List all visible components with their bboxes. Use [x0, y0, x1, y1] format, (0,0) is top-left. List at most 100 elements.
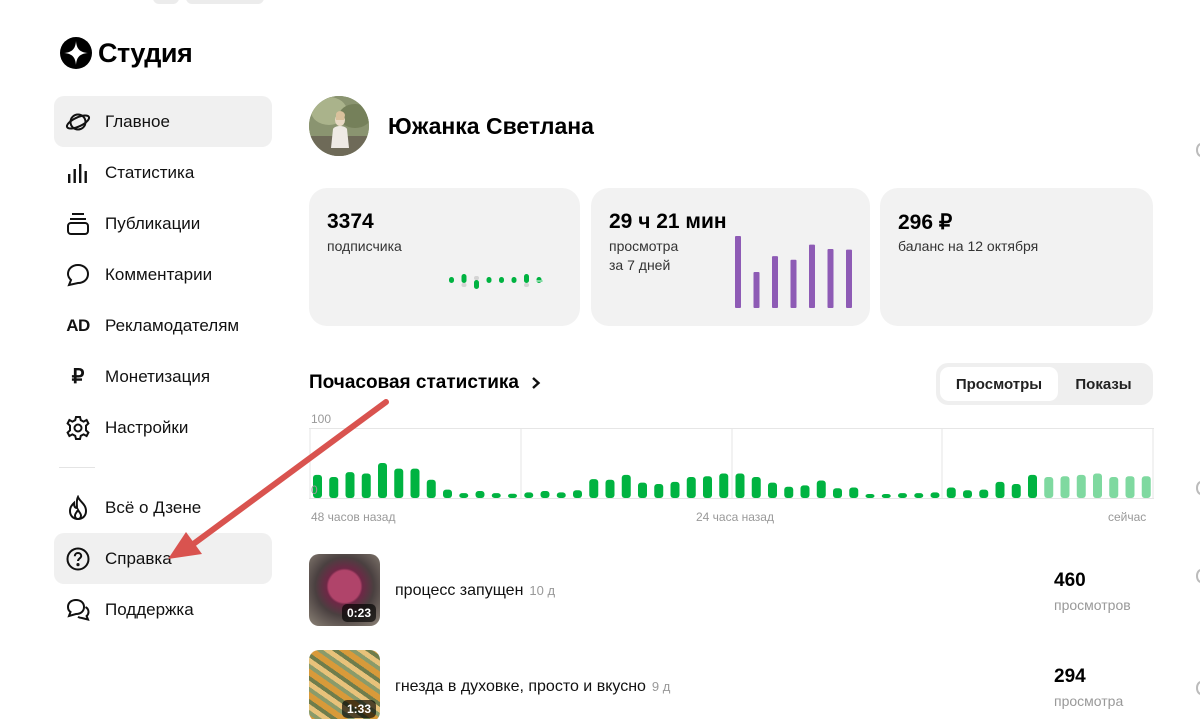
hourly-bar — [784, 486, 794, 498]
sparkline-mark — [524, 274, 529, 283]
sparkline-shadow — [474, 276, 479, 280]
publication-views-count: 294 — [1054, 666, 1086, 687]
hourly-bar — [1141, 476, 1151, 498]
sparkline-mark — [449, 277, 454, 283]
publication-title[interactable]: процесс запущен 10 д — [395, 582, 555, 600]
publication-title[interactable]: гнезда в духовке, просто и вкусно 9 д — [395, 678, 670, 696]
hourly-bar — [898, 493, 907, 498]
sidebar-item-label: Публикации — [105, 213, 201, 233]
hourly-bar — [605, 479, 615, 498]
sparkline-mark — [474, 280, 479, 289]
hourly-bar — [475, 491, 485, 498]
hourly-bar — [963, 490, 972, 498]
sidebar-item-label: Поддержка — [105, 599, 194, 619]
publication-views-label: просмотров — [1054, 597, 1131, 613]
hourly-bar — [654, 484, 664, 498]
hourly-bar — [491, 493, 501, 498]
sidebar-item-monetization[interactable]: ₽ Монетизация — [54, 351, 272, 402]
hourly-bar — [816, 480, 826, 498]
hourly-bar — [638, 482, 647, 498]
edge-mark — [1196, 681, 1200, 695]
sparkline-shadow — [524, 283, 529, 287]
sidebar-item-main[interactable]: Главное — [54, 96, 272, 147]
hourly-bar — [345, 472, 355, 498]
hourly-bar — [930, 492, 940, 498]
sidebar-item-statistics[interactable]: Статистика — [54, 147, 272, 198]
duration-badge: 1:33 — [341, 700, 376, 718]
hourly-bar — [686, 477, 696, 498]
hourly-bar — [1076, 474, 1086, 498]
hourly-bar — [443, 489, 452, 498]
hourly-bar — [670, 481, 680, 498]
publication-row[interactable]: 1:33 гнезда в духовке, просто и вкусно 9 … — [309, 650, 1154, 719]
hourly-bar — [621, 474, 631, 498]
hourly-bar — [703, 476, 712, 498]
publication-thumbnail[interactable]: 0:23 — [309, 554, 380, 626]
toggle-impressions[interactable]: Показы — [1058, 367, 1149, 401]
hourly-bar — [589, 479, 599, 498]
hourly-bar — [881, 494, 891, 498]
subscribers-card[interactable]: 3374 подписчика — [309, 188, 580, 326]
watch-time-card[interactable]: 29 ч 21 мин просмотра за 7 дней — [591, 188, 870, 326]
sidebar-item-label: Монетизация — [105, 366, 211, 386]
publication-thumbnail[interactable]: 1:33 — [309, 650, 380, 719]
hourly-stats-link[interactable]: Почасовая статистика — [309, 372, 541, 394]
y-max-label: 100 — [311, 412, 332, 426]
hourly-bar — [1109, 477, 1119, 498]
top-chip — [153, 0, 179, 4]
publications-stack-icon — [63, 209, 93, 239]
sidebar-item-settings[interactable]: Настройки — [54, 402, 272, 453]
hourly-bar — [914, 493, 924, 498]
sparkline-mark — [486, 277, 492, 283]
ruble-icon: ₽ — [71, 366, 85, 388]
sidebar-item-help[interactable]: Справка — [54, 533, 272, 584]
hourly-bar — [849, 487, 859, 498]
subscribers-sparkline — [449, 274, 543, 289]
duration-badge: 0:23 — [341, 604, 376, 622]
publication-title-text: гнезда в духовке, просто и вкусно — [395, 678, 646, 695]
sidebar-item-label: Рекламодателям — [105, 315, 240, 335]
hourly-bar — [946, 487, 956, 498]
hourly-bar — [833, 488, 842, 498]
hourly-bar — [410, 468, 420, 498]
weekly-bar — [790, 259, 797, 308]
speech-bubble-icon — [63, 260, 93, 290]
hourly-stats-title: Почасовая статистика — [309, 372, 519, 393]
sidebar-item-label: Статистика — [105, 162, 195, 182]
hourly-bar — [735, 473, 745, 498]
top-chip — [186, 0, 264, 4]
watch-time-label-line1: просмотра — [609, 238, 679, 254]
balance-label: баланс на 12 октября — [898, 238, 1039, 254]
balance-card[interactable]: 296 ₽ баланс на 12 октября — [880, 188, 1153, 326]
hourly-bar — [329, 477, 339, 498]
sidebar-item-publications[interactable]: Публикации — [54, 198, 272, 249]
sidebar-item-label: Справка — [105, 548, 172, 568]
weekly-watch-chart — [735, 236, 852, 308]
publication-row[interactable]: 0:23 процесс запущен 10 д 460 просмотров — [309, 554, 1154, 626]
sidebar-item-support[interactable]: Поддержка — [54, 584, 272, 635]
hourly-bar — [524, 492, 534, 498]
weekly-bar — [846, 249, 852, 308]
sidebar-item-advertisers[interactable]: AD Рекламодателям — [54, 300, 272, 351]
metric-toggle: Просмотры Показы — [936, 363, 1153, 405]
hourly-bar — [1093, 473, 1102, 498]
toggle-views[interactable]: Просмотры — [940, 367, 1058, 401]
publication-age: 9 д — [651, 679, 671, 694]
avatar[interactable] — [309, 96, 369, 156]
weekly-bar — [809, 244, 815, 308]
watch-time-value: 29 ч 21 мин — [609, 210, 727, 233]
gear-icon — [63, 413, 93, 443]
sidebar-item-comments[interactable]: Комментарии — [54, 249, 272, 300]
publication-title-text: процесс запущен — [395, 582, 524, 599]
edge-mark — [1196, 569, 1200, 583]
watch-time-label: просмотра за 7 дней — [609, 237, 678, 275]
hourly-bar — [719, 473, 729, 498]
publication-views-count: 460 — [1054, 570, 1086, 591]
sidebar-item-about-zen[interactable]: Всё о Дзене — [54, 482, 272, 533]
sidebar-item-label: Главное — [105, 111, 170, 131]
studio-logo[interactable]: Студия — [60, 37, 193, 69]
watch-time-label-line2: за 7 дней — [609, 257, 671, 273]
hourly-bar — [1028, 474, 1037, 498]
sparkline-mark — [461, 274, 467, 283]
hourly-bar — [979, 489, 989, 498]
